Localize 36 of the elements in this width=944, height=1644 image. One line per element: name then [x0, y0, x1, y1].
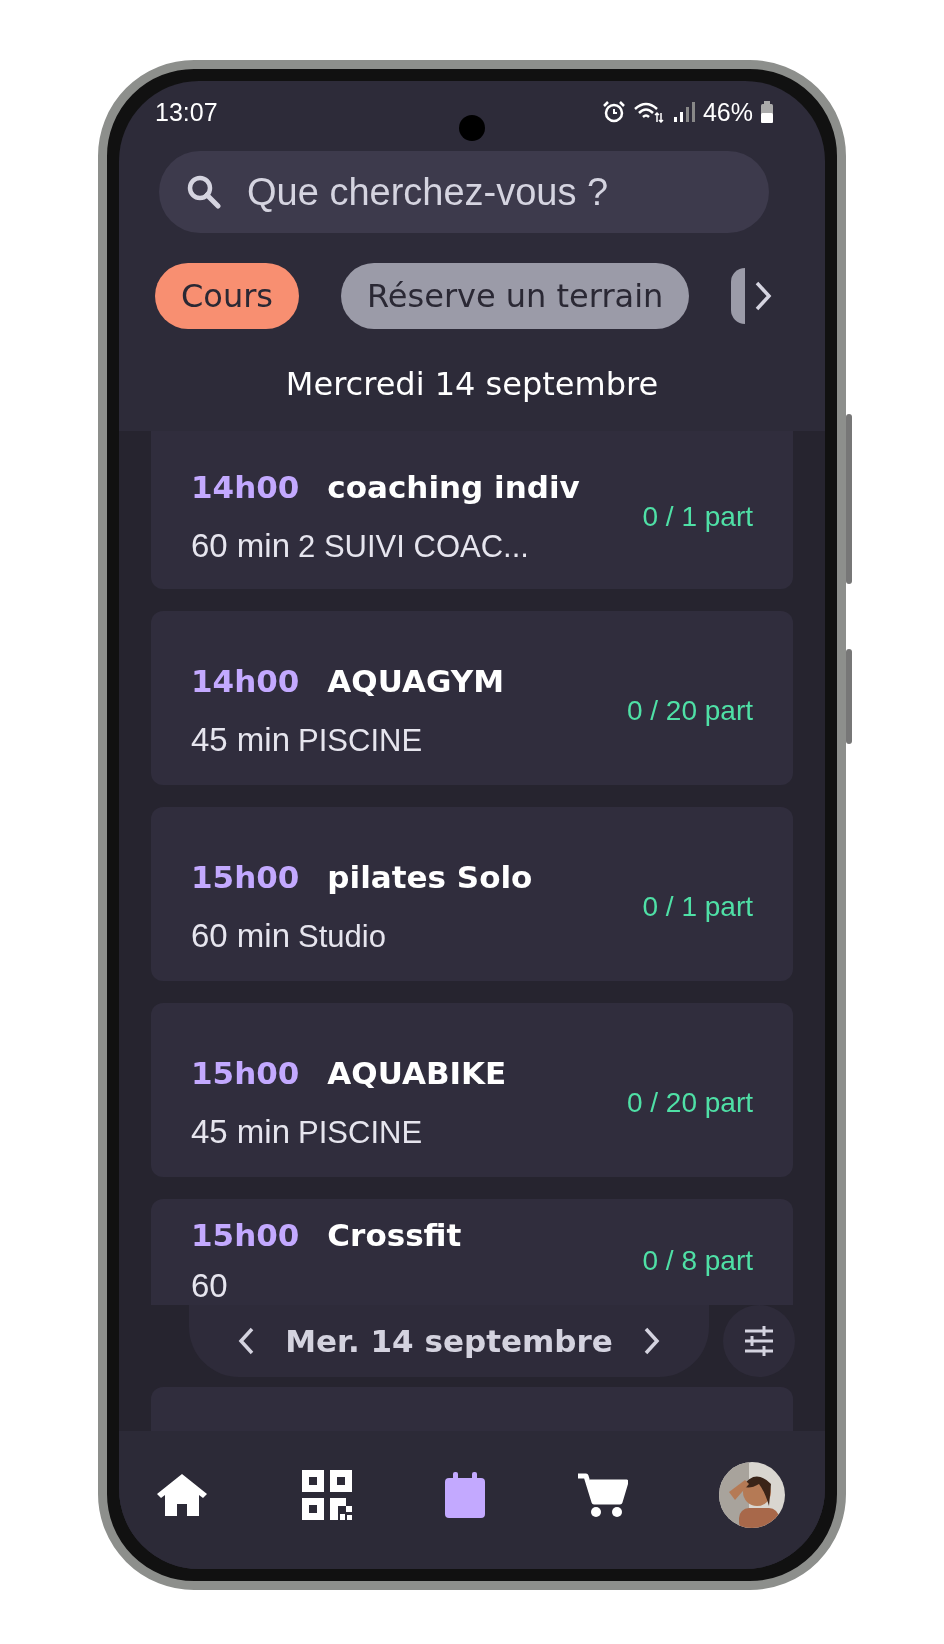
- search-field[interactable]: Que cherchez-vous ?: [159, 151, 769, 233]
- date-heading: Mercredi 14 septembre: [284, 364, 660, 405]
- session-duration: 60 min: [191, 527, 291, 565]
- participants-count: 0 / 20 part: [626, 695, 753, 727]
- status-time: 13:07: [155, 97, 218, 127]
- battery-percentage: 46%: [702, 97, 753, 127]
- session-title: AQUABIKE: [327, 1055, 507, 1091]
- session-time: 15h00: [191, 1217, 300, 1253]
- session-card[interactable]: 14h00 coaching indiv 60 min 2 SUIVI COAC... 0 / 1 part: [151, 431, 793, 589]
- session-card[interactable]: 14h00 AQUAGYM 45 min PISCINE 0 / 20 part: [151, 611, 793, 785]
- participants-count: 0 / 1 part: [642, 891, 753, 923]
- participants-count: 0 / 20 part: [626, 1087, 753, 1119]
- session-duration: 60 min: [191, 917, 291, 955]
- session-title: Crossfit: [327, 1217, 462, 1253]
- session-time: 14h00: [191, 469, 300, 505]
- session-title: AQUAGYM: [327, 663, 504, 699]
- session-card[interactable]: 15h00 AQUABIKE 45 min PISCINE 0 / 20 part: [151, 1003, 793, 1177]
- session-card[interactable]: 15h00 pilates Solo 60 min Studio 0 / 1 part: [151, 807, 793, 981]
- session-title: coaching indiv: [327, 469, 580, 505]
- filter-tab[interactable]: Réserve un terrain: [341, 263, 690, 329]
- participants-count: 0 / 8 part: [642, 1245, 753, 1277]
- participants-count: 0 / 1 part: [642, 501, 753, 533]
- session-duration: 45 min: [191, 1113, 291, 1151]
- session-location: Studio: [298, 919, 386, 955]
- session-location: 2 SUIVI COAC...: [298, 529, 529, 565]
- session-location: PISCINE: [298, 723, 423, 759]
- session-time: 14h00: [191, 663, 300, 699]
- date-label: Mer. 14 septembre: [285, 1323, 613, 1359]
- session-location: PISCINE: [298, 1115, 423, 1151]
- session-time: 15h00: [191, 859, 300, 895]
- session-title: pilates Solo: [327, 859, 533, 895]
- session-card[interactable]: 15h00 Crossfit 60 0 / 8 part: [151, 1199, 793, 1305]
- session-duration: 60: [191, 1267, 228, 1305]
- session-duration: 45 min: [191, 721, 291, 759]
- filter-tab[interactable]: Cours: [155, 263, 300, 329]
- session-time: 15h00: [191, 1055, 300, 1091]
